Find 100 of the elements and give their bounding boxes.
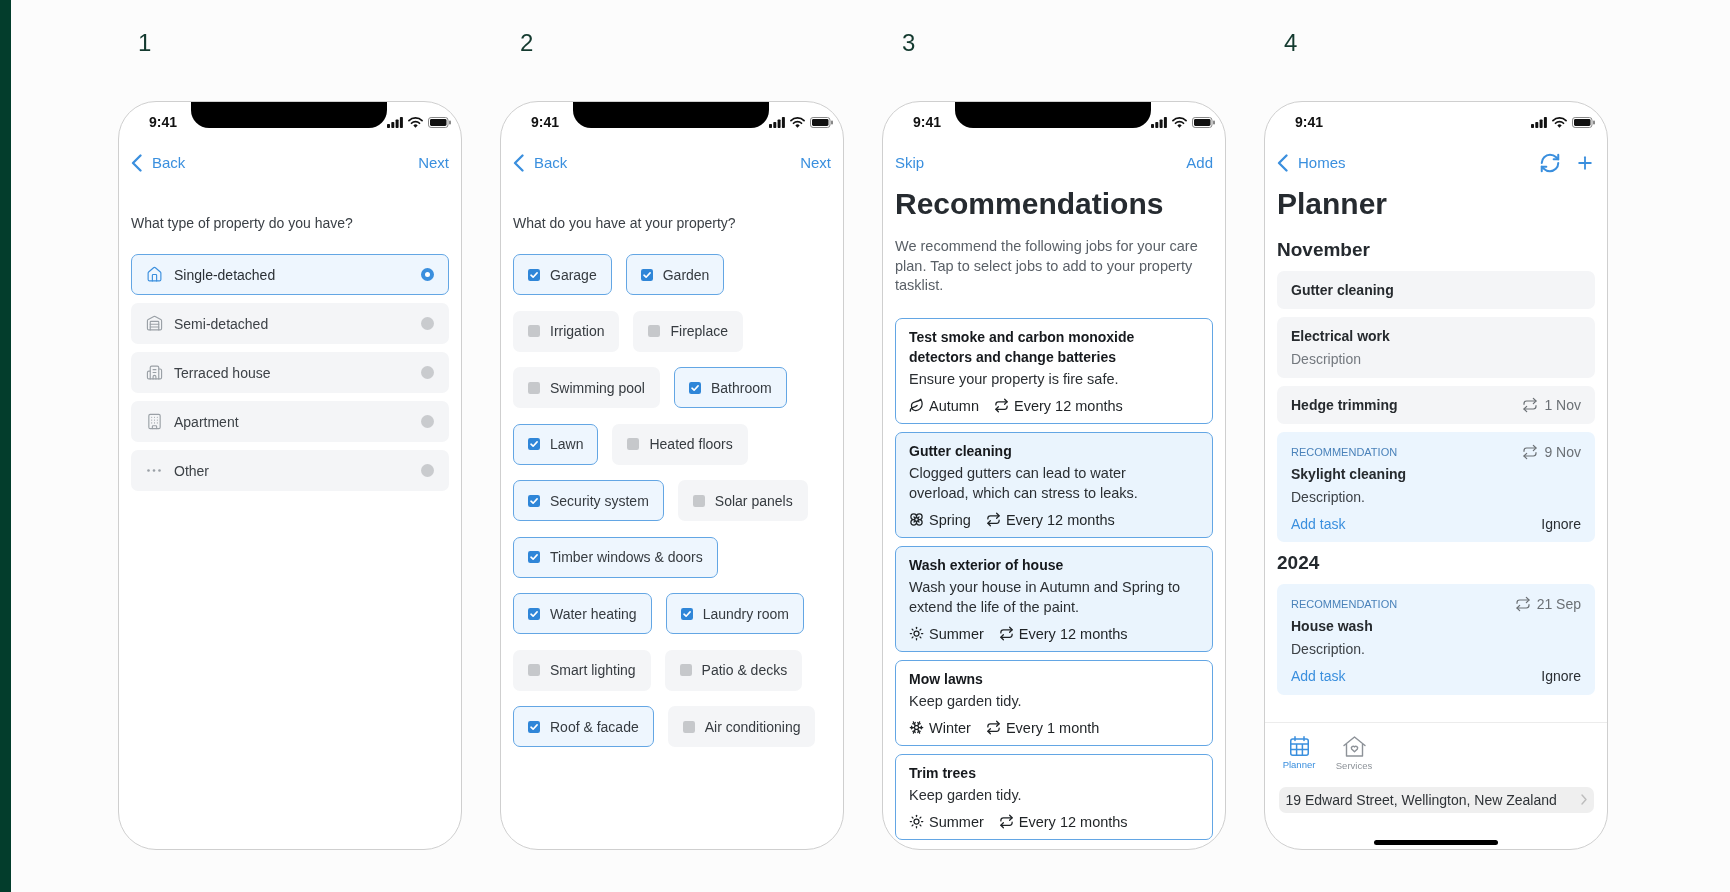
feature-chip[interactable]: Water heating [513, 593, 652, 634]
repeat-icon [994, 398, 1009, 413]
job-title: Gutter cleaning [909, 441, 1012, 461]
task-row[interactable]: Gutter cleaning [1277, 270, 1595, 309]
checkbox[interactable] [528, 664, 540, 676]
feature-chip[interactable]: Smart lighting [513, 649, 651, 691]
repeat-icon [1514, 596, 1531, 612]
feature-chip[interactable]: Roof & facade [513, 706, 654, 747]
checkbox[interactable] [528, 325, 540, 337]
property-option[interactable]: Other [131, 450, 449, 491]
signal-icon [769, 116, 785, 128]
sun-icon [909, 626, 924, 641]
task-row[interactable]: Electrical work Description [1277, 316, 1595, 378]
checkbox[interactable] [648, 325, 661, 337]
job-card[interactable]: Wash exterior of house Wash your house in Autumn and Spring to extend the life of the paint. Summer Every 12 months [895, 545, 1213, 652]
feature-chip[interactable]: Solar panels [677, 480, 808, 521]
step-number: 4 [1284, 29, 1298, 57]
chevron-right-icon [1580, 794, 1587, 805]
section-heading: 2024 [1277, 551, 1321, 575]
calendar-icon [1289, 735, 1309, 756]
wifi-icon [1172, 116, 1187, 128]
checkbox[interactable] [680, 607, 693, 620]
checkbox[interactable] [528, 438, 540, 450]
radio-button[interactable] [421, 464, 434, 477]
radio-button[interactable] [421, 317, 434, 330]
checkbox[interactable] [682, 720, 695, 733]
feature-chip[interactable]: Garden [625, 254, 725, 295]
battery-icon [810, 116, 833, 128]
nav-link[interactable]: Next [800, 154, 831, 172]
feature-chip[interactable]: Irrigation [513, 310, 620, 352]
ignore-link[interactable]: Ignore [1541, 666, 1581, 686]
task-date: 9 Nov [1544, 442, 1581, 462]
page-title: Recommendations [895, 186, 1165, 222]
job-card[interactable]: Test smoke and carbon monoxide detectors and change batteries Ensure your property is fire safe. Autumn Every 12 months [895, 317, 1213, 424]
task-title: House wash [1291, 617, 1374, 636]
feature-chip[interactable]: Garage [513, 254, 612, 295]
repeat-icon [985, 512, 1001, 527]
checkbox[interactable] [528, 607, 540, 620]
wifi-icon [790, 116, 805, 128]
radio-button[interactable] [421, 366, 434, 379]
radio-button[interactable] [421, 415, 434, 428]
job-card[interactable]: Trim trees Keep garden tidy. Summer Every 12 months [895, 753, 1213, 840]
warehouse-icon [146, 315, 163, 332]
address-selector[interactable]: 19 Edward Street, Wellington, New Zealand [1278, 786, 1594, 813]
job-card[interactable]: Gutter cleaning Clogged gutters can lead to water overload, which can stress to leaks. Spring Every 12 months [895, 431, 1213, 538]
refresh-icon[interactable] [1539, 152, 1561, 174]
task-date: 1 Nov [1544, 395, 1581, 415]
plus-icon[interactable] [1575, 153, 1595, 173]
task-description: Description. [1291, 487, 1366, 507]
frequency-label: Every 1 month [1005, 718, 1100, 738]
ignore-link[interactable]: Ignore [1541, 513, 1581, 534]
checkbox[interactable] [528, 268, 540, 281]
checkbox[interactable] [528, 381, 540, 394]
property-option[interactable]: Apartment [131, 401, 449, 442]
feature-chip[interactable]: Swimming pool [513, 367, 660, 408]
feature-chip[interactable]: Laundry room [665, 593, 805, 634]
repeat-icon [998, 626, 1014, 641]
job-description: Clogged gutters can lead to water overload, which can stress to leaks. [909, 463, 1139, 503]
property-option[interactable]: Terraced house [131, 352, 449, 393]
checkbox[interactable] [692, 494, 705, 507]
property-option[interactable]: Semi-detached [131, 303, 449, 344]
checkbox[interactable] [688, 381, 701, 394]
repeat-icon [1522, 443, 1539, 460]
checkbox[interactable] [528, 551, 540, 563]
job-card[interactable]: Mow lawns Keep garden tidy. Winter Every 1 month [895, 659, 1213, 746]
status-time: 9:41 [531, 114, 560, 130]
feature-chip[interactable]: Lawn [513, 423, 599, 465]
sun-icon [909, 814, 924, 829]
feature-chip[interactable]: Air conditioning [667, 706, 816, 747]
property-option[interactable]: Single-detached [131, 254, 449, 295]
frequency-label: Every 12 months [1014, 396, 1123, 416]
radio-button[interactable] [421, 268, 434, 281]
signal-icon [1531, 116, 1547, 128]
chevron-left-icon [1277, 154, 1288, 172]
buildings-icon [146, 364, 163, 381]
feature-chip[interactable]: Patio & decks [664, 649, 803, 691]
nav-link[interactable]: Skip [895, 154, 925, 172]
feature-chip[interactable]: Fireplace [633, 310, 744, 352]
checkbox[interactable] [627, 438, 640, 450]
feature-chip[interactable]: Heated floors [612, 423, 748, 465]
checkbox[interactable] [528, 720, 540, 733]
checkbox[interactable] [640, 268, 653, 281]
checkbox[interactable] [679, 664, 692, 676]
task-row[interactable]: Hedge trimming 1 Nov [1277, 385, 1595, 424]
task-description: Description. [1291, 640, 1366, 659]
building-icon [146, 413, 163, 430]
job-description: Keep garden tidy. [909, 691, 1022, 711]
feature-chip[interactable]: Security system [513, 480, 664, 521]
nav-link[interactable]: Next [418, 154, 449, 172]
task-title: Skylight cleaning [1291, 464, 1408, 484]
task-title: Gutter cleaning [1291, 280, 1394, 300]
tab-bar-item[interactable]: Planner [1277, 735, 1321, 772]
checkbox[interactable] [528, 494, 540, 507]
status-time: 9:41 [913, 114, 942, 130]
section-heading: November [1277, 237, 1371, 262]
wifi-icon [1552, 116, 1567, 128]
feature-chip[interactable]: Bathroom [673, 367, 787, 408]
feature-chip[interactable]: Timber windows & doors [513, 536, 718, 578]
season-label: Summer [929, 624, 984, 644]
battery-icon [428, 116, 451, 128]
